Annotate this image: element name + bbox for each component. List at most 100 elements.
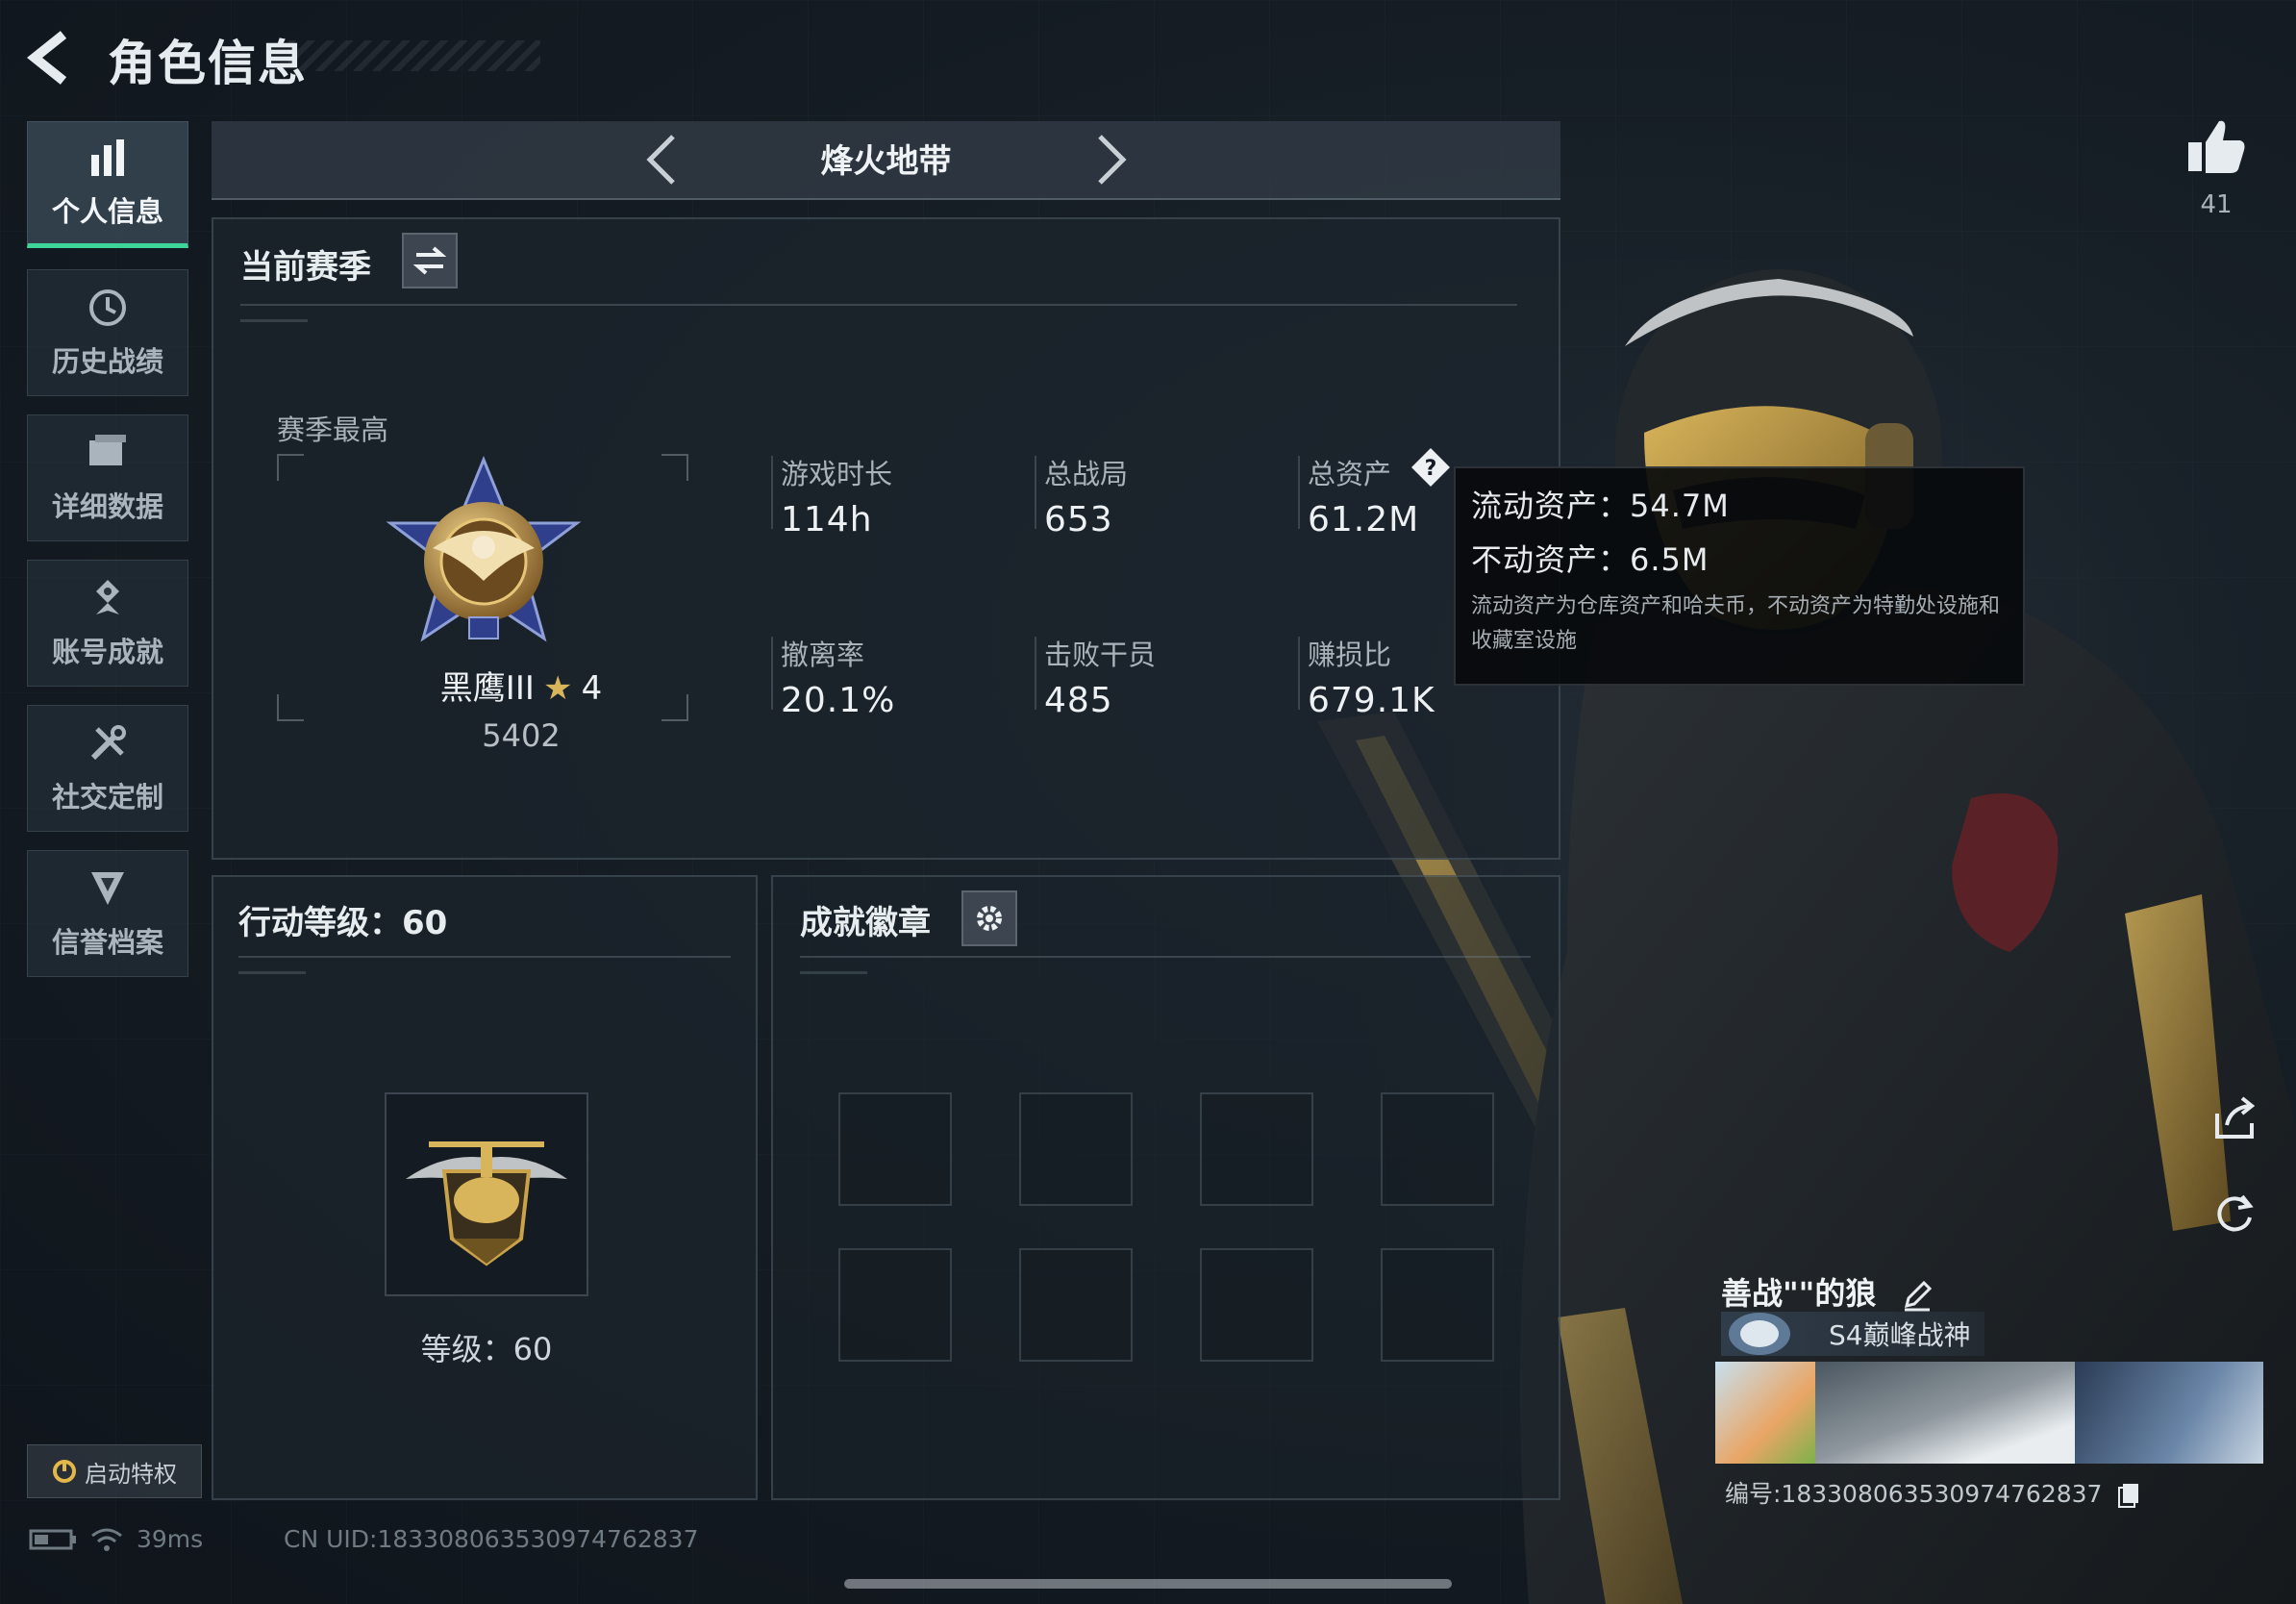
uid-text: CN UID:1833080635309747628​37 xyxy=(284,1525,699,1553)
sidebar-item-label: 信誉档案 xyxy=(51,926,163,959)
card-id-row: 编号:183308063530974762837 xyxy=(1725,1475,2142,1510)
refresh-icon[interactable] xyxy=(2206,1185,2263,1242)
ping-text: 39ms xyxy=(137,1525,204,1553)
season-panel: 当前赛季 赛季最高 黑鹰III ★ 4 5402 游戏时长 114h 总战局 6… xyxy=(212,217,1560,860)
badge-slot[interactable] xyxy=(1381,1092,1494,1206)
back-arrow-icon[interactable] xyxy=(25,27,83,88)
stat-divider xyxy=(1298,637,1300,710)
season-best-label: 赛季最高 xyxy=(277,414,389,446)
rank-stars: 4 xyxy=(581,669,603,708)
level-text: 等级：60 xyxy=(420,1331,553,1367)
season-heading: 当前赛季 xyxy=(240,248,371,287)
action-level-badge-frame xyxy=(385,1092,588,1296)
sidebar-item-label: 社交定制 xyxy=(51,781,163,814)
bar-chart-icon xyxy=(91,139,124,176)
action-level-panel: 行动等级：60 等级：60 xyxy=(212,875,758,1500)
title-emblem-icon xyxy=(1729,1313,1790,1355)
badge-slot[interactable] xyxy=(1019,1092,1133,1206)
home-indicator[interactable] xyxy=(844,1579,1452,1589)
badge-slot[interactable] xyxy=(1019,1248,1133,1362)
stat-divider xyxy=(1035,637,1036,710)
achievement-badges-panel: 成就徽章 xyxy=(771,875,1560,1500)
stat-label: 击败干员 xyxy=(1044,639,1157,671)
sidebar-item-reputation[interactable]: 信誉档案 xyxy=(27,850,188,977)
stat-divider xyxy=(771,456,773,529)
player-title: S4巅峰战神 xyxy=(1829,1319,1971,1351)
wifi-icon xyxy=(91,1528,122,1551)
action-level-heading: 行动等级：60 xyxy=(238,904,448,942)
privilege-icon xyxy=(53,1460,76,1483)
divider-accent xyxy=(240,319,308,322)
stat-label: 总战局 xyxy=(1044,458,1129,490)
copy-icon[interactable] xyxy=(2115,1482,2142,1509)
achievement-icon xyxy=(96,580,119,614)
privilege-label: 启动特权 xyxy=(85,1460,177,1488)
sidebar-item-details[interactable]: 详细数据 xyxy=(27,414,188,541)
stat-value: 61.2M xyxy=(1308,500,1420,539)
sidebar-item-label: 账号成就 xyxy=(51,636,163,668)
stat-divider xyxy=(1035,456,1036,529)
tools-icon xyxy=(90,725,126,761)
divider-accent xyxy=(238,971,306,974)
stat-label: 赚损比 xyxy=(1308,639,1392,671)
sidebar-item-label: 个人信息 xyxy=(51,195,163,228)
player-title-chip: S4巅峰战神 xyxy=(1721,1312,1984,1356)
badge-settings-button[interactable] xyxy=(961,890,1017,946)
frame-corner xyxy=(277,454,304,481)
sidebar-item-history[interactable]: 历史战绩 xyxy=(27,269,188,396)
frame-corner xyxy=(661,454,688,481)
fixed-assets: 不动资产：6.5M xyxy=(1471,541,1710,578)
badge-slot[interactable] xyxy=(1200,1092,1313,1206)
title-decoration xyxy=(288,40,540,71)
switch-season-button[interactable] xyxy=(402,233,458,288)
battery-icon xyxy=(29,1529,76,1549)
rank-title-row: 黑鹰III ★ 4 xyxy=(213,662,829,709)
mode-selector: 烽火地带 xyxy=(212,121,1560,200)
sidebar-item-label: 详细数据 xyxy=(51,490,163,523)
sidebar-item-personal-info[interactable]: 个人信息 xyxy=(27,121,188,248)
sidebar-item-social[interactable]: 社交定制 xyxy=(27,705,188,832)
swap-icon xyxy=(412,246,447,275)
edit-pencil-icon[interactable] xyxy=(1901,1279,1934,1312)
badge-slot[interactable] xyxy=(838,1092,952,1206)
folder-icon xyxy=(89,435,126,465)
status-bar: 39ms xyxy=(29,1525,203,1553)
question-icon: ? xyxy=(1411,448,1450,487)
card-id: 编号:183308063530974762837 xyxy=(1725,1480,2103,1508)
stat-label: 游戏时长 xyxy=(781,458,893,490)
stat-value: 114h xyxy=(781,500,873,539)
sidebar-item-label: 历史战绩 xyxy=(51,345,163,378)
sidebar-item-achievements[interactable]: 账号成就 xyxy=(27,560,188,687)
stat-value: 20.1% xyxy=(781,681,896,720)
divider xyxy=(800,956,1531,958)
history-clock-icon xyxy=(89,289,126,326)
card-image-character xyxy=(2075,1362,2263,1464)
stat-divider xyxy=(771,637,773,710)
player-name: 善战""的狼 xyxy=(1721,1275,1877,1312)
badge-slot[interactable] xyxy=(838,1248,952,1362)
stat-value: 653 xyxy=(1044,500,1113,539)
divider-accent xyxy=(800,971,867,974)
liquid-assets: 流动资产：54.7M xyxy=(1471,488,1730,524)
card-image-ghost xyxy=(1815,1362,2075,1464)
asset-help-button[interactable]: ? xyxy=(1410,446,1452,489)
badge-slot[interactable] xyxy=(1381,1248,1494,1362)
black-hawk-rank-emblem-icon xyxy=(386,456,582,642)
stat-divider xyxy=(1298,456,1300,529)
gear-icon xyxy=(977,906,1002,931)
asset-tooltip: 流动资产：54.7M 不动资产：6.5M 流动资产为仓库资产和哈夫币，不动资产为… xyxy=(1454,466,2025,686)
badge-slot[interactable] xyxy=(1200,1248,1313,1362)
divider xyxy=(240,304,1517,306)
like-count: 41 xyxy=(2200,190,2233,219)
stat-label: 撤离率 xyxy=(781,639,865,671)
asset-note: 流动资产为仓库资产和哈夫币，不动资产为特勤处设施和收藏室设施 xyxy=(1471,594,2001,653)
player-card-strip[interactable] xyxy=(1715,1362,2263,1464)
page-title: 角色信息 xyxy=(108,36,308,91)
divider xyxy=(238,956,731,958)
launch-privilege-button[interactable]: 启动特权 xyxy=(27,1444,202,1498)
next-mode-arrow-icon[interactable] xyxy=(1077,129,1138,190)
share-icon[interactable] xyxy=(2206,1090,2263,1148)
stat-value: 679.1K xyxy=(1308,681,1435,720)
card-image-cat xyxy=(1715,1362,1815,1464)
thumbs-up-icon[interactable] xyxy=(2183,113,2250,181)
